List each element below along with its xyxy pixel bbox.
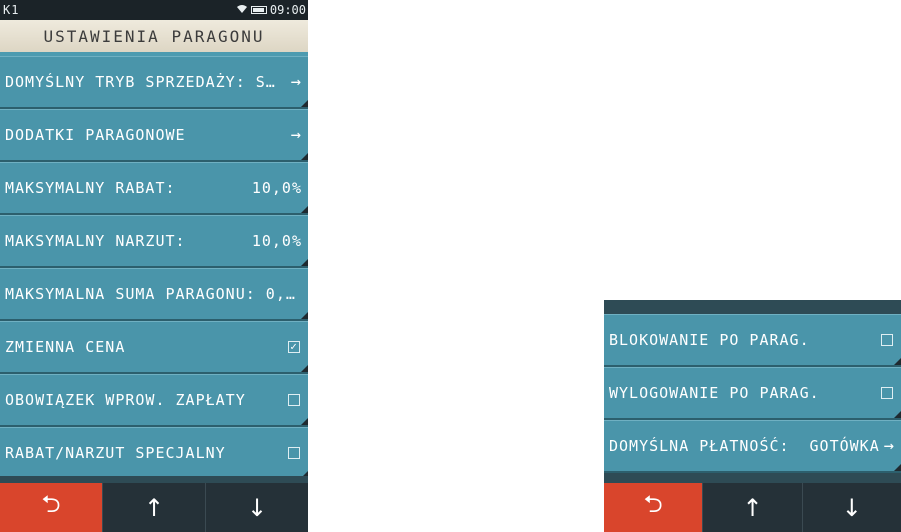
up-arrow-icon: ↑ xyxy=(742,493,763,522)
device-screen-right: BLOKOWANIE PO PARAG. WYLOGOWANIE PO PARA… xyxy=(604,300,901,532)
checkbox-checked[interactable]: ✓ xyxy=(288,341,300,353)
clock: 09:00 xyxy=(269,3,306,17)
checkbox-unchecked[interactable] xyxy=(881,334,893,346)
setting-default-payment[interactable]: DOMYŚLNA PŁATNOŚĆ: GOTÓWKA → xyxy=(604,420,901,473)
back-arrow-icon: ⮌ xyxy=(41,490,61,518)
row-label: DODATKI PARAGONOWE xyxy=(5,126,186,144)
back-button[interactable]: ⮌ xyxy=(0,483,102,532)
list-top-strip xyxy=(604,300,901,314)
setting-max-discount[interactable]: MAKSYMALNY RABAT: 10,0% xyxy=(0,162,308,215)
down-arrow-icon: ↓ xyxy=(841,493,862,522)
setting-logout-after-receipt[interactable]: WYLOGOWANIE PO PARAG. xyxy=(604,367,901,420)
setting-max-receipt-total[interactable]: MAKSYMALNA SUMA PARAGONU: 0,… xyxy=(0,268,308,321)
arrow-right-icon: → xyxy=(290,125,302,145)
row-label: DOMYŚLNA PŁATNOŚĆ: xyxy=(609,437,790,455)
row-label: BLOKOWANIE PO PARAG. xyxy=(609,331,810,349)
scroll-down-button[interactable]: ↓ xyxy=(801,483,901,532)
status-bar: K1 09:00 xyxy=(0,0,308,20)
row-value: GOTÓWKA xyxy=(809,437,880,455)
setting-variable-price[interactable]: ZMIENNA CENA ✓ xyxy=(0,321,308,374)
row-label: MAKSYMALNY NARZUT: xyxy=(5,232,186,250)
setting-default-sale-mode[interactable]: DOMYŚLNY TRYB SPRZEDAŻY: S… → xyxy=(0,56,308,109)
scroll-down-button[interactable]: ↓ xyxy=(205,483,308,532)
back-arrow-icon: ⮌ xyxy=(643,490,663,518)
bottom-nav: ⮌ ↑ ↓ xyxy=(0,483,308,532)
arrow-right-icon: → xyxy=(883,436,895,456)
arrow-right-icon: → xyxy=(290,72,302,92)
status-indicators: 09:00 xyxy=(236,3,306,17)
wifi-icon xyxy=(236,4,248,17)
row-label: OBOWIĄZEK WPROW. ZAPŁATY xyxy=(5,391,246,409)
setting-receipt-extras[interactable]: DODATKI PARAGONOWE → xyxy=(0,109,308,162)
setting-max-markup[interactable]: MAKSYMALNY NARZUT: 10,0% xyxy=(0,215,308,268)
settings-list-right: BLOKOWANIE PO PARAG. WYLOGOWANIE PO PARA… xyxy=(604,314,901,473)
list-bottom-strip xyxy=(604,473,901,483)
row-label: MAKSYMALNY RABAT: xyxy=(5,179,176,197)
battery-icon xyxy=(250,6,267,14)
scroll-up-button[interactable]: ↑ xyxy=(102,483,205,532)
checkbox-unchecked[interactable] xyxy=(881,387,893,399)
row-label: MAKSYMALNA SUMA PARAGONU: 0,… xyxy=(5,285,296,303)
row-value: 10,0% xyxy=(251,232,302,250)
bottom-nav: ⮌ ↑ ↓ xyxy=(604,483,901,532)
up-arrow-icon: ↑ xyxy=(143,493,165,522)
row-label: RABAT/NARZUT SPECJALNY xyxy=(5,444,226,462)
row-value: 10,0% xyxy=(251,179,302,197)
setting-lock-after-receipt[interactable]: BLOKOWANIE PO PARAG. xyxy=(604,314,901,367)
checkbox-unchecked[interactable] xyxy=(288,447,300,459)
setting-special-discount-markup[interactable]: RABAT/NARZUT SPECJALNY xyxy=(0,427,308,480)
down-arrow-icon: ↓ xyxy=(246,493,268,522)
row-label: WYLOGOWANIE PO PARAG. xyxy=(609,384,820,402)
back-button[interactable]: ⮌ xyxy=(604,483,703,532)
settings-list-left: DOMYŚLNY TRYB SPRZEDAŻY: S… → DODATKI PA… xyxy=(0,56,308,480)
row-label: DOMYŚLNY TRYB SPRZEDAŻY: S… xyxy=(5,73,276,91)
scroll-up-button[interactable]: ↑ xyxy=(702,483,802,532)
row-label: ZMIENNA CENA xyxy=(5,338,126,356)
checkbox-unchecked[interactable] xyxy=(288,394,300,406)
channel-label: K1 xyxy=(3,3,20,17)
page-title: USTAWIENIA PARAGONU xyxy=(0,20,308,56)
device-screen-left: K1 09:00 USTAWIENIA PARAGONU DOMYŚLNY TR… xyxy=(0,0,308,532)
setting-payment-entry-required[interactable]: OBOWIĄZEK WPROW. ZAPŁATY xyxy=(0,374,308,427)
